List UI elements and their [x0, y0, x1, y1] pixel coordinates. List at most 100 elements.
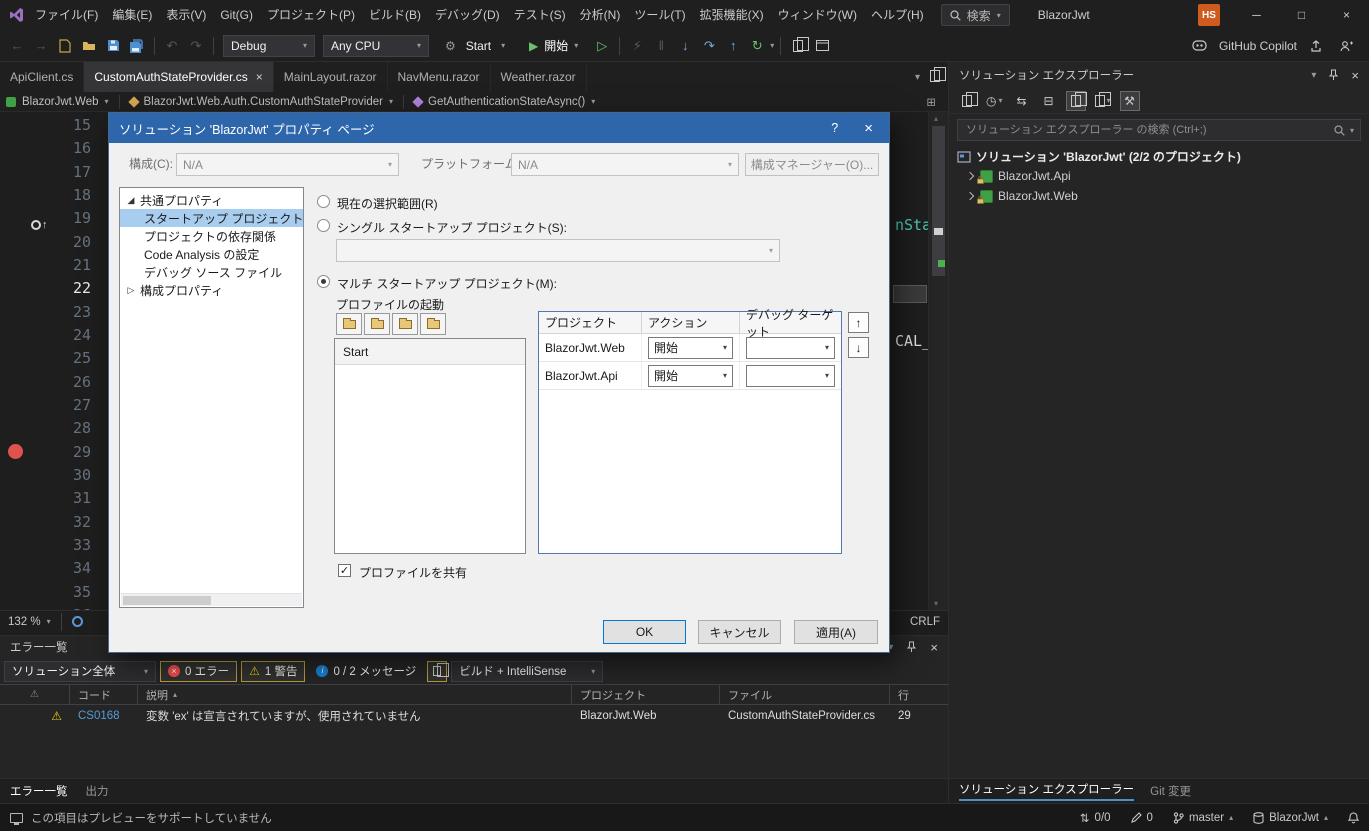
tab-navmenu[interactable]: NavMenu.razor	[388, 62, 491, 92]
menu-help[interactable]: ヘルプ(H)	[864, 0, 931, 30]
project-node-web[interactable]: BlazorJwt.Web	[949, 186, 1369, 206]
hot-reload-icon[interactable]: ⚡	[626, 35, 648, 57]
filter-button[interactable]	[427, 660, 450, 682]
start-debugging-button[interactable]: ▶ 開始 ▾	[521, 35, 586, 57]
menu-test[interactable]: テスト(S)	[507, 0, 573, 30]
errors-filter-button[interactable]: × 0 エラー	[160, 660, 238, 682]
editor-scrollbar[interactable]: ▴ ▾	[928, 112, 948, 610]
save-all-icon[interactable]	[126, 35, 148, 57]
description-column-header[interactable]: 説明 ▴	[138, 685, 572, 704]
view-switcher-icon[interactable]: ▾	[1093, 91, 1113, 111]
pin-icon[interactable]	[907, 641, 917, 653]
close-button[interactable]: ×	[1324, 0, 1369, 30]
tree-code-analysis[interactable]: Code Analysis の設定	[120, 245, 303, 263]
start-without-debugging-icon[interactable]: ▷	[591, 35, 613, 57]
zoom-level-dropdown[interactable]: 132 %	[8, 616, 41, 628]
close-icon[interactable]: ×	[864, 120, 873, 137]
chevron-down-icon[interactable]: ▾	[389, 97, 393, 106]
file-column-header[interactable]: ファイル	[720, 685, 890, 704]
delete-profile-button[interactable]	[392, 313, 418, 335]
undo-icon[interactable]: ↶	[161, 35, 183, 57]
scroll-down-icon[interactable]: ▾	[934, 599, 938, 608]
help-icon[interactable]: ?	[831, 121, 838, 135]
breadcrumb-project[interactable]: BlazorJwt.Web	[22, 96, 98, 108]
tab-output[interactable]: 出力	[86, 783, 109, 799]
tab-solution-explorer[interactable]: ソリューション エクスプローラー	[959, 781, 1135, 801]
error-code-link[interactable]: CS0168	[70, 710, 138, 722]
move-down-button[interactable]: ↓	[848, 337, 869, 358]
navigate-forward-icon[interactable]: →	[30, 35, 52, 57]
move-up-button[interactable]: ↑	[848, 312, 869, 333]
chevron-down-icon[interactable]: ▾	[591, 97, 595, 106]
rename-profile-button[interactable]	[420, 313, 446, 335]
pin-icon[interactable]	[1329, 69, 1339, 81]
tab-git-changes[interactable]: Git 変更	[1150, 783, 1191, 799]
messages-filter-button[interactable]: i 0 / 2 メッセージ	[309, 661, 423, 682]
grid-header-project[interactable]: プロジェクト	[539, 312, 642, 333]
new-profile-button[interactable]	[336, 313, 362, 335]
tree-debug-source-files[interactable]: デバッグ ソース ファイル	[120, 263, 303, 281]
split-window-icon[interactable]: ⊞	[926, 95, 936, 109]
open-folder-icon[interactable]	[78, 35, 100, 57]
debug-target-dropdown[interactable]: ▾	[746, 364, 835, 387]
error-table-row[interactable]: ⚠ CS0168 変数 'ex' は宣言されていますが、使用されていません Bl…	[0, 705, 948, 727]
menu-view[interactable]: 表示(V)	[159, 0, 213, 30]
action-dropdown[interactable]: 開始 ▾	[648, 364, 733, 387]
step-out-icon[interactable]: ↑	[722, 35, 744, 57]
repository-button[interactable]: BlazorJwt ▴	[1253, 812, 1328, 824]
startup-projects-grid[interactable]: プロジェクト アクション デバッグ ターゲット BlazorJwt.Web 開始…	[538, 308, 842, 554]
tree-common-properties[interactable]: ◢ 共通プロパティ	[120, 191, 303, 209]
redo-icon[interactable]: ↷	[185, 35, 207, 57]
grid-header-action[interactable]: アクション	[642, 312, 740, 333]
menu-git[interactable]: Git(G)	[213, 0, 260, 30]
share-icon[interactable]	[1305, 35, 1327, 57]
error-scope-dropdown[interactable]: ソリューション全体 ▾	[4, 660, 156, 682]
tab-error-list[interactable]: エラー一覧	[10, 783, 68, 799]
radio-single-startup[interactable]	[317, 219, 330, 232]
solution-search-box[interactable]: ▾	[957, 119, 1361, 141]
editor-options-icon[interactable]	[930, 66, 946, 85]
clone-profile-button[interactable]	[364, 313, 390, 335]
restart-icon[interactable]: ↻	[746, 35, 768, 57]
project-node-api[interactable]: BlazorJwt.Api	[949, 166, 1369, 186]
immediate-window-icon[interactable]	[811, 35, 833, 57]
chevron-right-icon[interactable]	[965, 171, 975, 181]
minimize-button[interactable]: ─	[1234, 0, 1279, 30]
menu-extensions[interactable]: 拡張機能(X)	[693, 0, 771, 30]
tree-configuration-properties[interactable]: ▷ 構成プロパティ	[120, 281, 303, 299]
menu-tools[interactable]: ツール(T)	[627, 0, 692, 30]
cancel-button[interactable]: キャンセル	[698, 620, 781, 644]
launch-profile-dropdown[interactable]: ⚙ Start ▾	[437, 35, 513, 57]
menu-analyze[interactable]: 分析(N)	[573, 0, 628, 30]
ok-button[interactable]: OK	[603, 620, 686, 644]
maximize-button[interactable]: □	[1279, 0, 1324, 30]
feedback-icon[interactable]	[1335, 35, 1357, 57]
pending-changes-button[interactable]: 0	[1130, 812, 1153, 824]
copilot-label[interactable]: GitHub Copilot	[1219, 39, 1297, 53]
save-icon[interactable]	[102, 35, 124, 57]
chevron-down-icon[interactable]: ▾	[104, 97, 108, 106]
break-all-icon[interactable]: ‖	[650, 35, 672, 57]
close-icon[interactable]: ×	[930, 640, 938, 655]
collapse-all-icon[interactable]: ⊟	[1039, 91, 1059, 111]
sync-with-active-document-icon[interactable]	[957, 91, 978, 111]
tree-startup-project[interactable]: スタートアップ プロジェクトの構成	[120, 209, 303, 227]
breakpoint-icon[interactable]	[8, 444, 23, 459]
project-column-header[interactable]: プロジェクト	[572, 685, 720, 704]
menu-project[interactable]: プロジェクト(P)	[260, 0, 362, 30]
breadcrumb-member[interactable]: GetAuthenticationStateAsync()	[428, 96, 585, 108]
git-sync-button[interactable]: ⇅ 0/0	[1080, 811, 1111, 825]
line-ending-indicator[interactable]: CRLF	[910, 616, 940, 628]
watch-window-icon[interactable]	[787, 35, 810, 57]
menu-debug[interactable]: デバッグ(D)	[428, 0, 507, 30]
breadcrumb-type[interactable]: BlazorJwt.Web.Auth.CustomAuthStateProvid…	[144, 96, 383, 108]
share-profile-checkbox[interactable]: ✓	[338, 564, 351, 577]
profile-list-item[interactable]: Start	[335, 339, 525, 365]
global-search-box[interactable]: 検索 ▾	[940, 4, 1010, 26]
collapsed-icon[interactable]: ▷	[126, 285, 136, 296]
dialog-titlebar[interactable]: ソリューション 'BlazorJwt' プロパティ ページ ? ×	[109, 113, 889, 143]
menu-window[interactable]: ウィンドウ(W)	[771, 0, 864, 30]
account-badge[interactable]: HS	[1198, 4, 1220, 26]
chevron-right-icon[interactable]	[965, 191, 975, 201]
branch-button[interactable]: master ▴	[1173, 812, 1233, 824]
